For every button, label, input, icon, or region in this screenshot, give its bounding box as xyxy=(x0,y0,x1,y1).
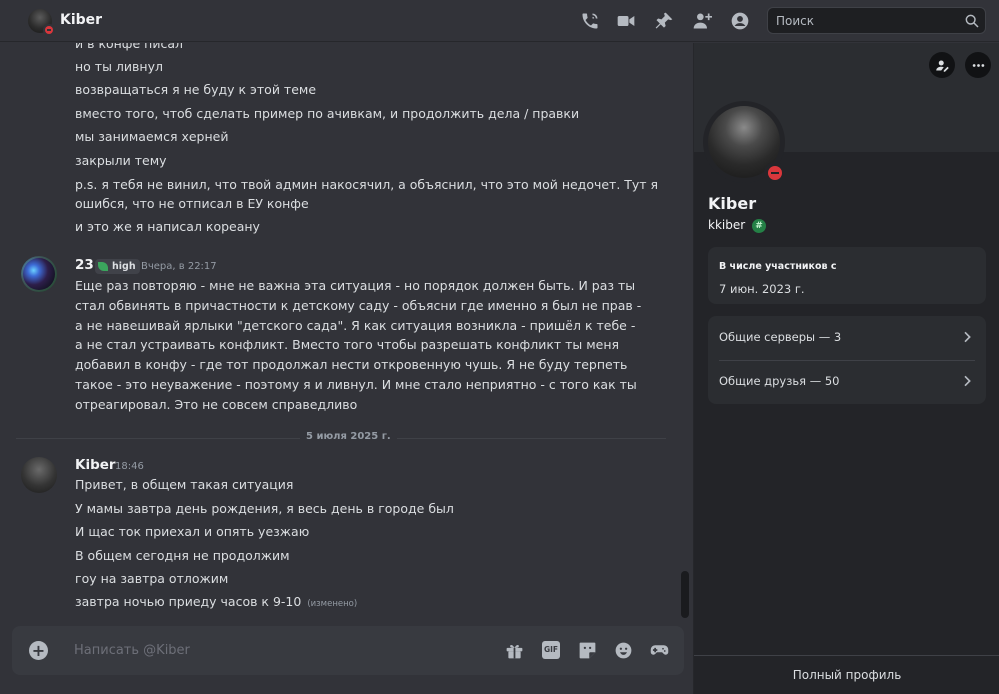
pin-icon[interactable] xyxy=(654,11,674,31)
hashtag-badge-icon[interactable]: # xyxy=(752,219,766,233)
profile-username[interactable]: kkiber xyxy=(708,218,745,232)
message-line: p.s. я тебя не винил, что твой админ нак… xyxy=(75,177,659,192)
full-profile-button[interactable]: Полный профиль xyxy=(694,655,999,694)
mutual-friends-label: Общие друзья — 50 xyxy=(719,374,840,388)
mutuals-card: Общие серверы — 3 Общие друзья — 50 xyxy=(708,316,986,404)
message-line: гоу на завтра отложим xyxy=(75,571,229,586)
message-line: и это же я написал кореану xyxy=(75,219,260,234)
mutual-servers-row[interactable]: Общие серверы — 3 xyxy=(708,316,986,360)
chevron-right-icon xyxy=(959,373,975,389)
mutual-servers-label: Общие серверы — 3 xyxy=(719,330,842,344)
message-line: возвращаться я не буду к этой теме xyxy=(75,82,317,97)
profile-toggle-icon[interactable] xyxy=(730,11,750,31)
dnd-status-icon xyxy=(43,24,55,36)
video-icon[interactable] xyxy=(616,11,636,31)
dm-avatar[interactable] xyxy=(28,9,55,36)
profile-display-name: Kiber xyxy=(708,194,757,213)
mutual-friends-row[interactable]: Общие друзья — 50 xyxy=(708,360,986,404)
message-line: но ты ливнул xyxy=(75,59,163,74)
gif-icon[interactable]: GIF xyxy=(542,641,560,659)
message-line: Привет, в общем такая ситуация xyxy=(75,477,294,492)
member-since-label: В числе участников с xyxy=(719,261,837,272)
search-icon xyxy=(964,13,980,29)
message-input[interactable] xyxy=(74,636,474,665)
message-timestamp: 18:46 xyxy=(115,461,144,472)
activity-icon[interactable] xyxy=(649,640,670,661)
search-input[interactable] xyxy=(768,8,985,33)
more-dots-icon xyxy=(972,63,984,67)
leaf-icon xyxy=(98,262,108,271)
profile-panel: Kiber kkiber # В числе участников с 7 ию… xyxy=(693,43,999,694)
channel-header: Kiber xyxy=(0,0,999,42)
message-composer[interactable]: + GIF xyxy=(12,626,684,675)
message-line: У мамы завтра день рождения, я весь день… xyxy=(75,501,454,516)
user-tag-badge[interactable]: high xyxy=(95,259,140,274)
message-line: завтра ночью приеду часов к 9-10 (измене… xyxy=(75,594,357,609)
emoji-icon[interactable] xyxy=(613,640,634,661)
message-author[interactable]: Kiber xyxy=(75,457,116,473)
message-line: и в конфе писал xyxy=(75,43,183,51)
scrollbar-thumb[interactable] xyxy=(681,571,689,618)
add-friend-icon[interactable] xyxy=(692,11,712,31)
member-since-value: 7 июн. 2023 г. xyxy=(719,282,805,296)
profile-avatar[interactable] xyxy=(703,101,786,184)
message-line: В общем сегодня не продолжим xyxy=(75,548,290,563)
avatar[interactable] xyxy=(21,256,57,292)
add-note-button[interactable] xyxy=(929,52,955,78)
user-tag-label: high xyxy=(112,261,136,272)
chevron-right-icon xyxy=(959,329,975,345)
message-text: Еще раз повторяю - мне не важна эта ситу… xyxy=(75,278,642,412)
message-author[interactable]: 23 xyxy=(75,257,94,273)
message-line-text: завтра ночью приеду часов к 9-10 xyxy=(75,594,302,609)
sticker-icon[interactable] xyxy=(577,640,598,661)
edited-label: (изменено) xyxy=(307,599,358,609)
dm-title[interactable]: Kiber xyxy=(60,12,102,28)
message-line: ошибся, что не отписал в ЕУ конфе xyxy=(75,196,309,211)
message-line: И щас ток приехал и опять уезжаю xyxy=(75,524,310,539)
gift-icon[interactable] xyxy=(504,640,525,661)
search-box[interactable] xyxy=(767,7,986,34)
more-options-button[interactable] xyxy=(965,52,991,78)
user-note-icon xyxy=(935,60,949,72)
message-list[interactable]: и в конфе писал но ты ливнул возвращатьс… xyxy=(0,43,693,623)
call-icon[interactable] xyxy=(580,11,600,31)
message-line: мы занимаемся херней xyxy=(75,129,229,144)
date-divider-label: 5 июля 2025 г. xyxy=(300,431,397,442)
add-attachment-icon[interactable]: + xyxy=(29,641,48,660)
message-line: вместо того, чтоб сделать пример по ачив… xyxy=(75,106,580,121)
message-line: закрыли тему xyxy=(75,153,167,168)
member-since-card: В числе участников с 7 июн. 2023 г. xyxy=(708,247,986,304)
message-timestamp: Вчера, в 22:17 xyxy=(141,261,217,272)
dnd-status-icon xyxy=(764,162,786,184)
avatar[interactable] xyxy=(21,457,57,493)
